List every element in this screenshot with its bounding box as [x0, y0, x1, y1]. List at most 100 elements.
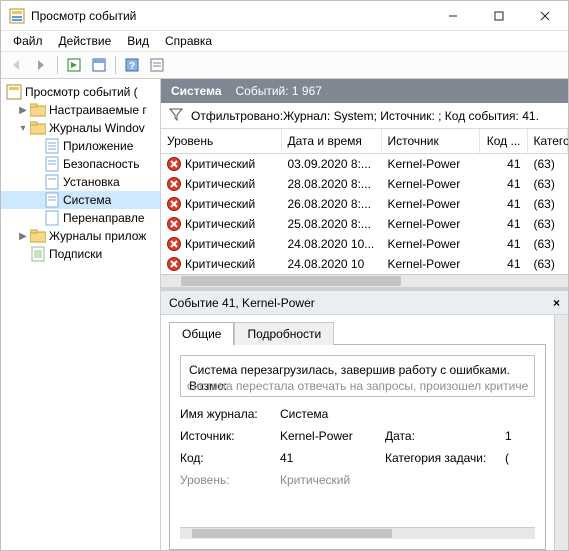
tree-system-label: Система	[63, 193, 111, 207]
cell-date: 26.08.2020 8:...	[281, 194, 381, 214]
tab-general[interactable]: Общие	[169, 322, 234, 345]
expand-icon[interactable]: ▶	[17, 105, 29, 116]
tree-forwarded-label: Перенаправле	[63, 211, 145, 225]
col-date[interactable]: Дата и время	[281, 129, 381, 153]
close-button[interactable]	[522, 1, 568, 30]
cell-source: Kernel-Power	[381, 194, 479, 214]
window-title: Просмотр событий	[31, 9, 430, 23]
tree-custom-views-label: Настраиваемые г	[49, 103, 147, 117]
tree-root-label: Просмотр событий (	[25, 85, 138, 99]
detail-close-icon[interactable]: ×	[553, 296, 560, 310]
col-id[interactable]: Код ...	[479, 129, 527, 153]
filter-row: Отфильтровано:Журнал: System; Источник: …	[161, 103, 568, 129]
label-source: Источник:	[180, 429, 280, 443]
cell-level: Критический	[185, 177, 255, 191]
event-message-line2: система перестала отвечать на запросы, п…	[187, 378, 528, 394]
menu-help[interactable]: Справка	[157, 32, 220, 50]
back-button[interactable]	[5, 54, 27, 76]
error-icon	[167, 257, 181, 271]
cell-source: Kernel-Power	[381, 153, 479, 174]
tree-app-logs-label: Журналы прилож	[49, 229, 146, 243]
tree-setup[interactable]: Установка	[1, 173, 160, 191]
cell-level: Критический	[185, 157, 255, 171]
tab-details[interactable]: Подробности	[234, 322, 334, 345]
cell-date: 28.08.2020 8:...	[281, 174, 381, 194]
cell-level: Критический	[185, 257, 255, 271]
error-icon	[167, 217, 181, 231]
show-hide-button[interactable]	[63, 54, 85, 76]
separator	[57, 56, 58, 74]
error-icon	[167, 237, 181, 251]
detail-vscrollbar[interactable]	[554, 315, 568, 550]
table-row[interactable]: Критический25.08.2020 8:...Kernel-Power4…	[161, 214, 568, 234]
refresh-button[interactable]	[146, 54, 168, 76]
list-header: Система Событий: 1 967	[161, 79, 568, 103]
list-header-title: Система	[171, 84, 222, 98]
cell-cat: (63)	[527, 153, 568, 174]
cell-level: Критический	[185, 197, 255, 211]
maximize-button[interactable]	[476, 1, 522, 30]
table-row[interactable]: Критический 26.08.2020 8:...Kernel-Power4…	[161, 194, 568, 214]
cell-cat: (63)	[527, 234, 568, 254]
tree-forwarded[interactable]: Перенаправле	[1, 209, 160, 227]
cell-level: Критический	[185, 237, 255, 251]
tree-custom-views[interactable]: ▶ Настраиваемые г	[1, 101, 160, 119]
help-button[interactable]: ?	[121, 54, 143, 76]
cell-id: 41	[479, 174, 527, 194]
expand-icon[interactable]: ▶	[17, 231, 29, 242]
cell-cat: (63)	[527, 214, 568, 234]
tree-subscriptions[interactable]: Подписки	[1, 245, 160, 263]
detail-hscrollbar[interactable]	[180, 527, 535, 539]
tree-root[interactable]: Просмотр событий (	[1, 83, 160, 101]
menu-action[interactable]: Действие	[51, 32, 120, 50]
cell-source: Kernel-Power	[381, 254, 479, 274]
toolbar: ?	[1, 51, 568, 79]
menu-file[interactable]: Файл	[5, 32, 51, 50]
cell-date: 24.08.2020 10...	[281, 234, 381, 254]
label-level-cut: Уровень:	[180, 473, 280, 487]
tree-system[interactable]: Система	[1, 191, 160, 209]
cell-source: Kernel-Power	[381, 174, 479, 194]
col-source[interactable]: Источник	[381, 129, 479, 153]
filter-icon[interactable]	[169, 107, 183, 124]
table-row[interactable]: Критический24.08.2020 10Kernel-Power41(6…	[161, 254, 568, 274]
cell-cat: (63)	[527, 174, 568, 194]
table-row[interactable]: Критический03.09.2020 8:...Kernel-Power4…	[161, 153, 568, 174]
cell-id: 41	[479, 254, 527, 274]
minimize-button[interactable]	[430, 1, 476, 30]
detail-pane: Событие 41, Kernel-Power × Общие Подробн…	[161, 291, 568, 550]
cell-source: Kernel-Power	[381, 234, 479, 254]
menubar: Файл Действие Вид Справка	[1, 31, 568, 51]
value-taskcat: (	[505, 451, 535, 465]
value-logname: Система	[280, 407, 385, 421]
forward-button[interactable]	[30, 54, 52, 76]
table-row[interactable]: Критический 28.08.2020 8:...Kernel-Power4…	[161, 174, 568, 194]
properties-button[interactable]	[88, 54, 110, 76]
tree-subscriptions-label: Подписки	[49, 247, 102, 261]
detail-pane-title: Событие 41, Kernel-Power	[169, 296, 315, 310]
error-icon	[167, 197, 181, 211]
tree-app-logs[interactable]: ▶ Журналы прилож	[1, 227, 160, 245]
event-message: Система перезагрузилась, завершив работу…	[180, 355, 535, 397]
value-date: 1	[505, 429, 535, 443]
tree-windows-logs[interactable]: ▾ Журналы Windov	[1, 119, 160, 137]
grid-hscrollbar[interactable]	[161, 274, 568, 288]
col-level[interactable]: Уровень	[161, 129, 281, 153]
cell-id: 41	[479, 194, 527, 214]
tree-security[interactable]: Безопасность	[1, 155, 160, 173]
tree-application-label: Приложение	[63, 139, 133, 153]
menu-view[interactable]: Вид	[119, 32, 157, 50]
cell-id: 41	[479, 214, 527, 234]
cell-date: 25.08.2020 8:...	[281, 214, 381, 234]
table-row[interactable]: Критический 24.08.2020 10...Kernel-Power4…	[161, 234, 568, 254]
cell-level: Критический	[185, 217, 255, 231]
label-id: Код:	[180, 451, 280, 465]
collapse-icon[interactable]: ▾	[17, 123, 29, 134]
label-date: Дата:	[385, 429, 505, 443]
event-grid[interactable]: Уровень Дата и время Источник Код ... Ка…	[161, 129, 568, 291]
tree-application[interactable]: Приложение	[1, 137, 160, 155]
tree-windows-logs-label: Журналы Windov	[49, 121, 145, 135]
col-cat[interactable]: Катего	[527, 129, 568, 153]
cell-id: 41	[479, 234, 527, 254]
value-id: 41	[280, 451, 385, 465]
